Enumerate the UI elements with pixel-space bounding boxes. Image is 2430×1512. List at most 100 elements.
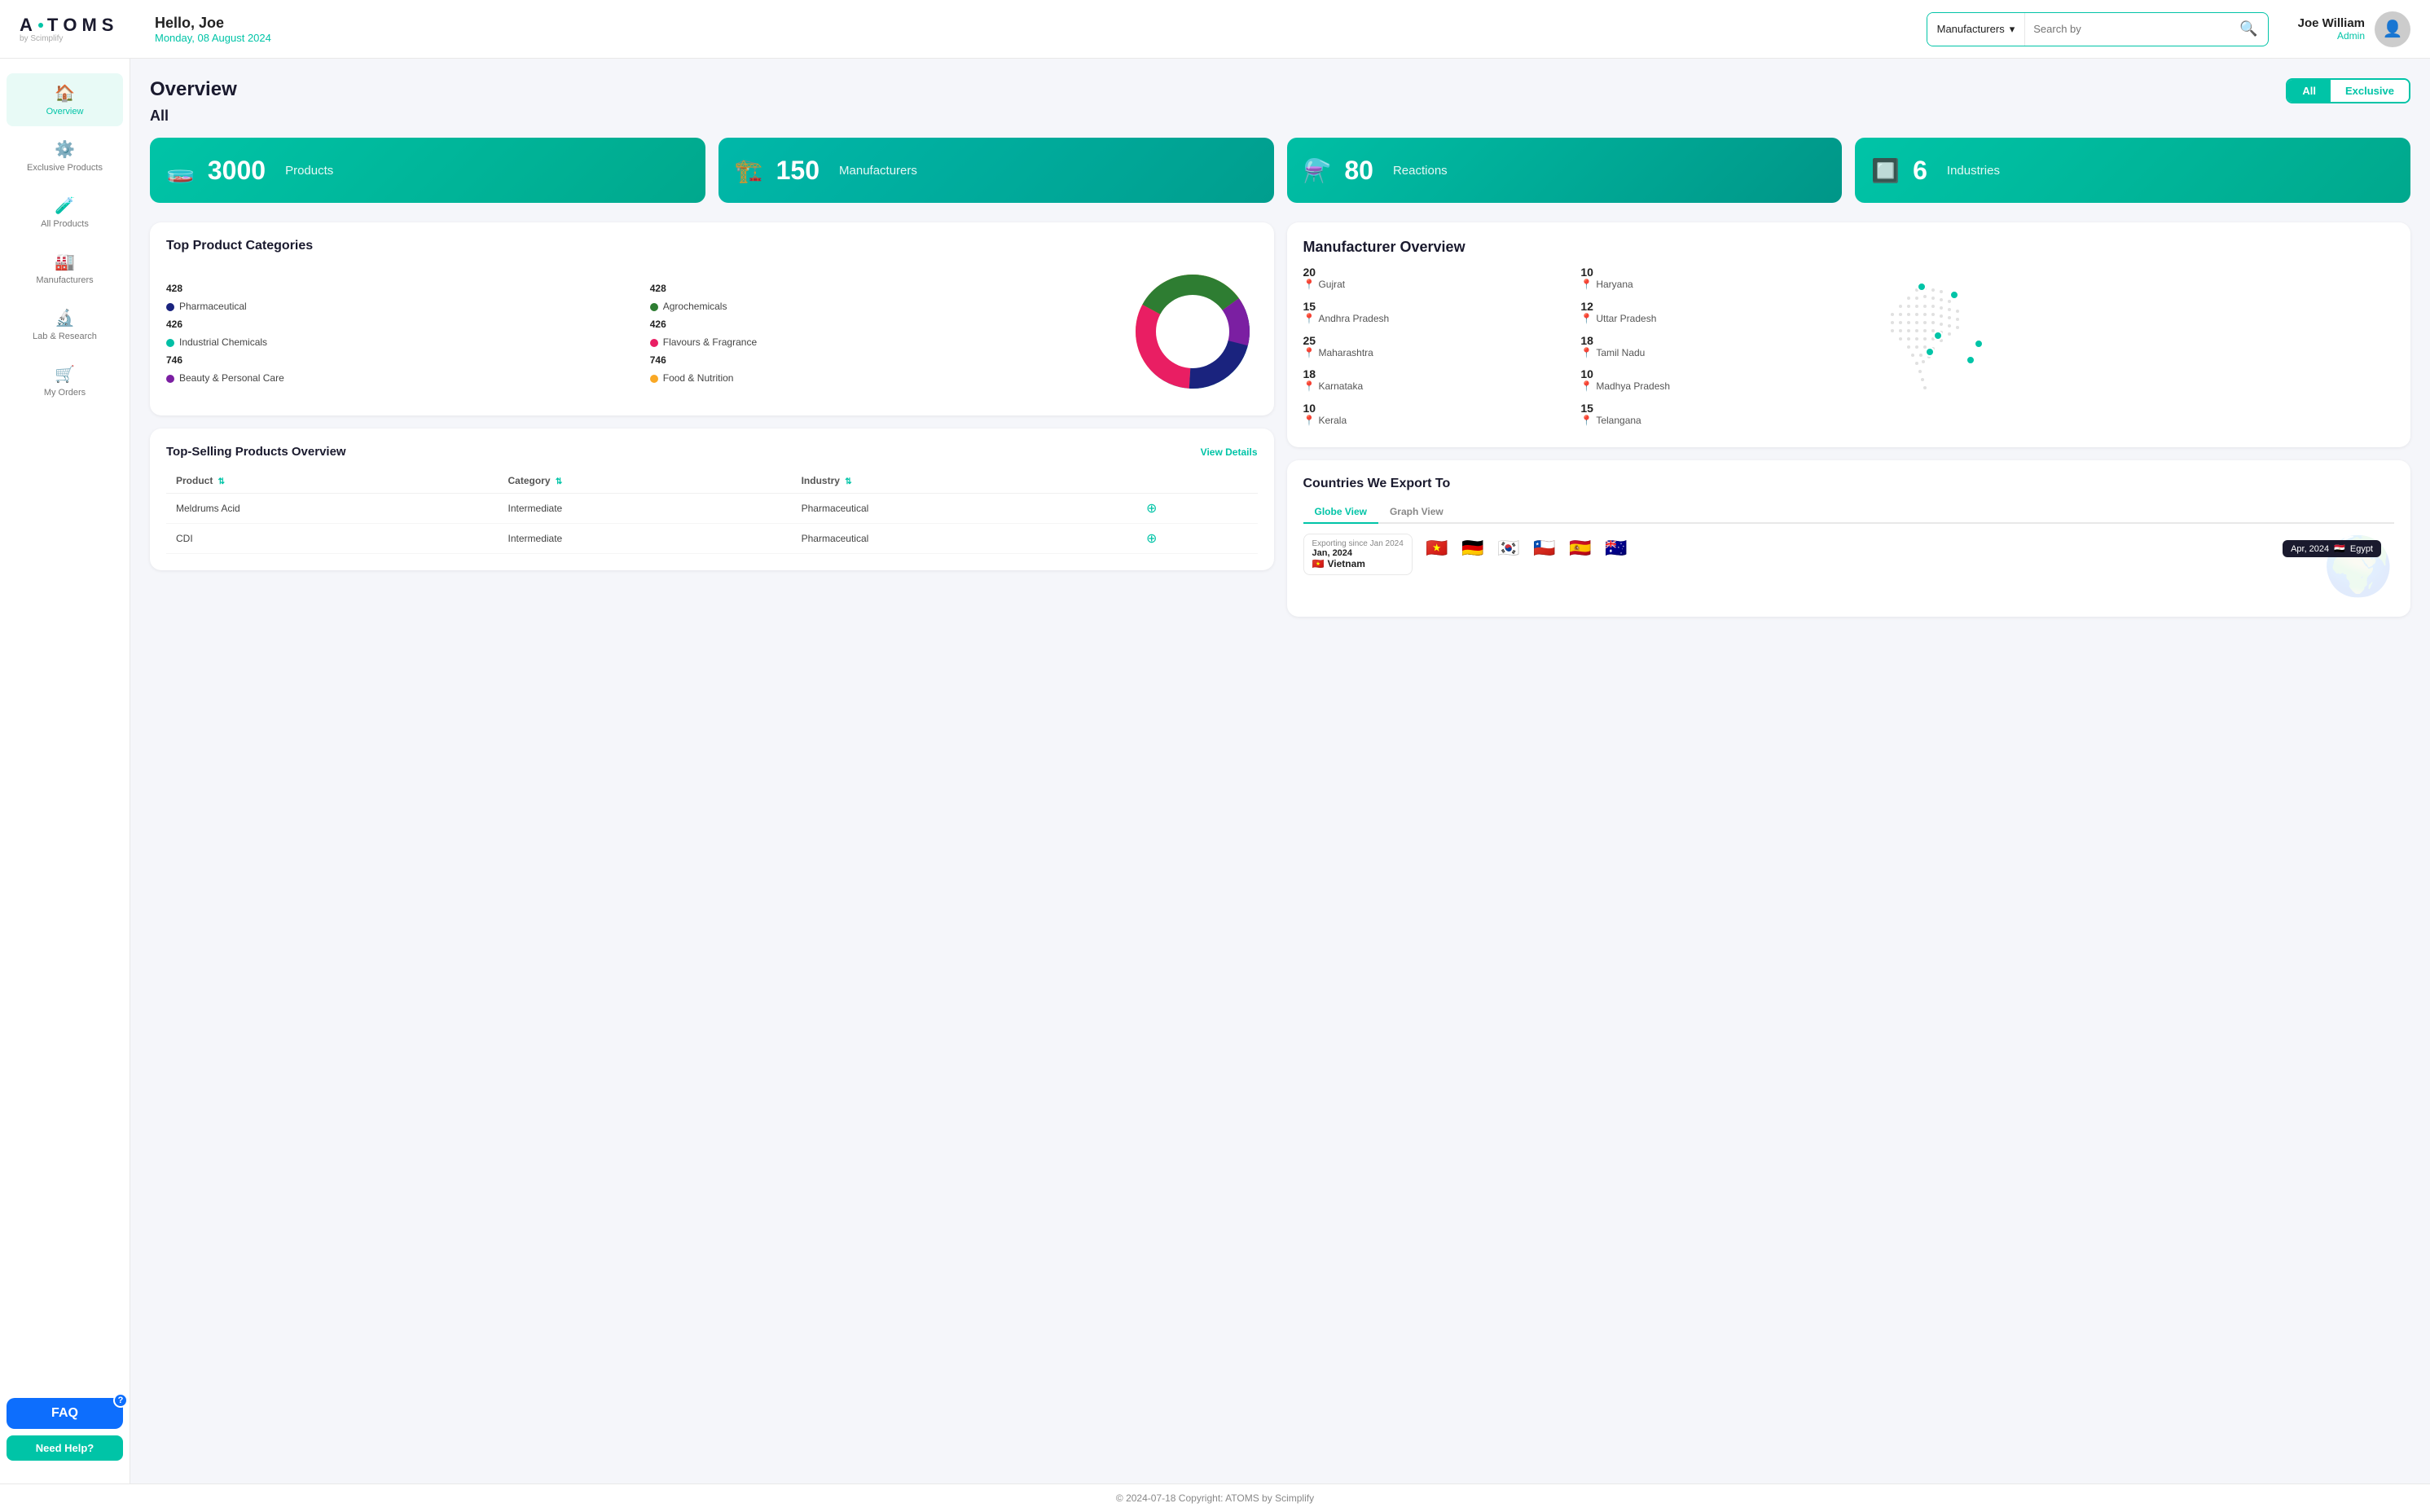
sidebar-item-exclusive-products[interactable]: ⚙️ Exclusive Products <box>7 130 123 182</box>
date-text: Monday, 08 August 2024 <box>155 32 271 44</box>
mfr-title: Manufacturer Overview <box>1303 239 2395 256</box>
india-map <box>1852 266 2394 431</box>
mfr-item-haryana: 10 📍Haryana <box>1580 266 1845 295</box>
pharma-dot <box>166 303 174 311</box>
view-details-link[interactable]: View Details <box>1201 446 1258 458</box>
main-two-col: Top Product Categories 428 428 <box>150 222 2410 617</box>
faq-question-icon: ? <box>113 1393 128 1408</box>
industrial-dot <box>166 339 174 347</box>
chevron-down-icon: ▾ <box>2010 23 2015 36</box>
cell-category: Intermediate <box>499 494 792 524</box>
toggle-exclusive-button[interactable]: Exclusive <box>2331 80 2409 102</box>
faq-bubble[interactable]: FAQ ? <box>7 1398 123 1429</box>
manufacturer-overview-card: Manufacturer Overview 20 📍Gujrat 10 📍Har… <box>1287 222 2411 447</box>
food-dot <box>650 375 658 383</box>
sidebar-item-manufacturers[interactable]: 🏭 Manufacturers <box>7 242 123 295</box>
cell-category: Intermediate <box>499 524 792 554</box>
legend-item-flavours: Flavours & Fragrance <box>650 336 1114 348</box>
legend-item: 428 <box>650 283 1114 294</box>
ts-title: Top-Selling Products Overview <box>166 445 346 459</box>
tab-graph-view[interactable]: Graph View <box>1378 501 1455 524</box>
table-row: Meldrums Acid Intermediate Pharmaceutica… <box>166 494 1258 524</box>
main-content: Overview All Exclusive All 🧫 3000 Produc… <box>130 59 2430 1483</box>
col-action <box>1136 468 1257 494</box>
search-category-dropdown[interactable]: Manufacturers ▾ <box>1927 13 2026 46</box>
orders-icon: 🛒 <box>55 364 75 385</box>
donut-chart <box>1127 266 1258 399</box>
stat-card-reactions: ⚗️ 80 Reactions <box>1287 138 1843 203</box>
flag-germany: 🇩🇪 <box>1458 534 1487 563</box>
mfr-item-gujrat: 20 📍Gujrat <box>1303 266 1568 295</box>
mfr-item-maharashtra: 25 📍Maharashtra <box>1303 334 1568 363</box>
user-role: Admin <box>2298 30 2365 42</box>
beauty-dot <box>166 375 174 383</box>
sidebar-item-label: All Products <box>41 219 89 229</box>
page-title: Overview <box>150 78 2410 101</box>
home-icon: 🏠 <box>55 83 75 103</box>
mfr-item-mp: 10 📍Madhya Pradesh <box>1580 367 1845 397</box>
mfr-item-ap: 15 📍Andhra Pradesh <box>1303 300 1568 329</box>
manufacturers-icon: 🏭 <box>55 252 75 272</box>
user-area: Joe William Admin 👤 <box>2298 11 2410 47</box>
stat-card-manufacturers: 🏗️ 150 Manufacturers <box>718 138 1274 203</box>
sidebar-item-label: Overview <box>46 107 84 116</box>
stat-card-industries: 🔲 6 Industries <box>1855 138 2410 203</box>
stat-card-products: 🧫 3000 Products <box>150 138 705 203</box>
countries-tabs[interactable]: Globe View Graph View <box>1303 501 2395 524</box>
flag-korea: 🇰🇷 <box>1494 534 1523 563</box>
mfr-content: 20 📍Gujrat 10 📍Haryana 15 📍Andhra Prade <box>1303 266 2395 431</box>
manufacturers-label: Manufacturers <box>839 164 917 178</box>
flag-spain: 🇪🇸 <box>1566 534 1595 563</box>
flag-australia: 🇦🇺 <box>1602 534 1631 563</box>
industries-label: Industries <box>1947 164 2000 178</box>
products-label: Products <box>285 164 333 178</box>
mfr-item-up: 12 📍Uttar Pradesh <box>1580 300 1845 329</box>
sidebar-item-label: Lab & Research <box>33 332 97 341</box>
legend-item-food: Food & Nutrition <box>650 372 1114 384</box>
sidebar-item-orders[interactable]: 🛒 My Orders <box>7 354 123 407</box>
sidebar-item-label: My Orders <box>44 388 86 398</box>
products-icon: 🧪 <box>55 196 75 216</box>
mfr-item-tn: 18 📍Tamil Nadu <box>1580 334 1845 363</box>
sidebar-item-all-products[interactable]: 🧪 All Products <box>7 186 123 239</box>
search-button[interactable]: 🔍 <box>2230 20 2267 37</box>
mfr-item-telangana: 15 📍Telangana <box>1580 402 1845 431</box>
detail-button[interactable]: ⊕ <box>1146 530 1157 547</box>
top-categories-card: Top Product Categories 428 428 <box>150 222 1274 415</box>
industries-stat-icon: 🔲 <box>1871 157 1900 184</box>
col-industry[interactable]: Industry ⇅ <box>792 468 1136 494</box>
top-selling-card: Top-Selling Products Overview View Detai… <box>150 429 1274 570</box>
mfr-grid: 20 📍Gujrat 10 📍Haryana 15 📍Andhra Prade <box>1303 266 1846 431</box>
tab-globe-view[interactable]: Globe View <box>1303 501 1378 524</box>
section-label: All <box>150 108 2410 125</box>
legend-item-beauty: Beauty & Personal Care <box>166 372 631 384</box>
top-selling-table: Product ⇅ Category ⇅ Industry ⇅ Meldrums… <box>166 468 1258 554</box>
footer: © 2024-07-18 Copyright: ATOMS by Scimpli… <box>0 1483 2430 1512</box>
mfr-item-kerala: 10 📍Kerala <box>1303 402 1568 431</box>
cell-product: Meldrums Acid <box>166 494 499 524</box>
greeting-text: Hello, Joe <box>155 15 271 32</box>
detail-button[interactable]: ⊕ <box>1146 500 1157 516</box>
col-product[interactable]: Product ⇅ <box>166 468 499 494</box>
user-name: Joe William <box>2298 16 2365 30</box>
faq-section: FAQ ? Need Help? <box>0 1388 130 1470</box>
sidebar-item-label: Exclusive Products <box>27 163 103 173</box>
view-toggle[interactable]: All Exclusive <box>2286 78 2410 103</box>
sidebar-item-overview[interactable]: 🏠 Overview <box>7 73 123 126</box>
ts-header: Top-Selling Products Overview View Detai… <box>166 445 1258 459</box>
toggle-all-button[interactable]: All <box>2287 80 2331 102</box>
countries-content: Exporting since Jan 2024 Jan, 2024 🇻🇳 Vi… <box>1303 534 2395 600</box>
col-category[interactable]: Category ⇅ <box>499 468 792 494</box>
legend-item: 426 <box>650 319 1114 330</box>
search-input[interactable] <box>2025 13 2230 46</box>
products-count: 3000 <box>208 156 266 186</box>
logo: ATOMS by Scimplify <box>20 15 125 43</box>
mfr-item-karnataka: 18 📍Karnataka <box>1303 367 1568 397</box>
legend-item-agrochemicals: Agrochemicals <box>650 301 1114 312</box>
countries-card: Countries We Export To Globe View Graph … <box>1287 460 2411 617</box>
stats-row: 🧫 3000 Products 🏗️ 150 Manufacturers ⚗️ … <box>150 138 2410 203</box>
avatar[interactable]: 👤 <box>2375 11 2410 47</box>
need-help-button[interactable]: Need Help? <box>7 1435 123 1461</box>
search-bar[interactable]: Manufacturers ▾ 🔍 <box>1927 12 2269 46</box>
sidebar-item-lab[interactable]: 🔬 Lab & Research <box>7 298 123 351</box>
